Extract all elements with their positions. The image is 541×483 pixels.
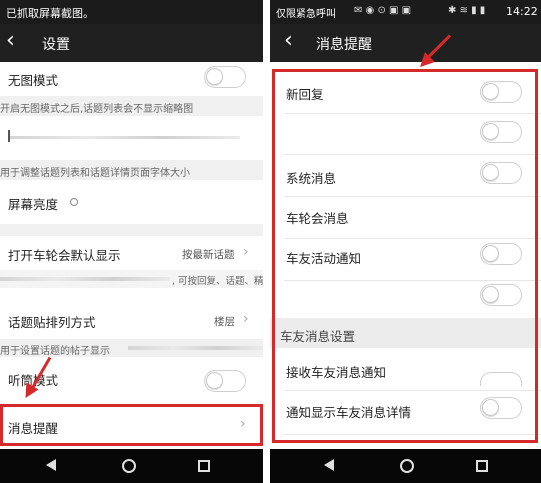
system-nav-bar	[0, 449, 263, 483]
panel-divider	[263, 0, 270, 483]
status-bar: 已抓取屏幕截图。	[0, 0, 263, 24]
font-size-row[interactable]	[0, 116, 263, 160]
toggle-knob	[206, 372, 223, 389]
blurred-text	[0, 277, 170, 281]
status-icons: ✉ ◉ ⊙ ▣ ▣	[354, 5, 412, 16]
status-text: 已抓取屏幕截图。	[6, 7, 94, 20]
sort-order-value: 楼层	[214, 316, 235, 328]
default-display-hint-row: , 可按回复、话题、精华	[0, 270, 263, 288]
triangle-back-icon[interactable]	[46, 459, 56, 471]
app-bar: ‹ 消息提醒	[270, 24, 541, 62]
sort-order-hint-row: 用于设置话题的帖子显示	[0, 339, 263, 357]
app-bar: ‹ 设置	[0, 24, 263, 62]
page-title: 设置	[42, 37, 70, 53]
default-display-hint: , 可按回复、话题、精华	[172, 276, 263, 287]
circle-home-icon[interactable]	[122, 459, 136, 473]
back-icon[interactable]: ‹	[6, 28, 15, 53]
circle-home-icon[interactable]	[400, 459, 414, 473]
clock: 14:22	[506, 5, 538, 18]
section-gap	[0, 224, 263, 236]
no-image-mode-row[interactable]: 无图模式	[0, 62, 263, 94]
brightness-label: 屏幕亮度	[8, 197, 59, 212]
status-bar: 仅限紧急呼叫 ✉ ◉ ⊙ ▣ ▣ ✱ ≋ ▮ ▮ 14:22	[270, 0, 541, 24]
font-size-slider[interactable]	[8, 136, 240, 139]
triangle-back-icon[interactable]	[324, 459, 334, 471]
signal-icons: ✱ ≋ ▮ ▮	[448, 5, 486, 16]
font-size-hint: 用于调整话题列表和话题详情页面字体大小	[0, 160, 263, 180]
settings-list: 无图模式 开启无图模式之后,话题列表会不显示缩略图 用于调整话题列表和话题详情页…	[0, 62, 263, 449]
system-nav-bar	[270, 449, 541, 483]
sort-order-hint: 用于设置话题的帖子显示	[0, 346, 110, 357]
default-display-row[interactable]: 打开车轮会默认显示 按最新话题 ›	[0, 236, 263, 270]
default-display-label: 打开车轮会默认显示	[8, 248, 121, 263]
settings-screen: 已抓取屏幕截图。 ‹ 设置 无图模式 开启无图模式之后,话题列表会不显示缩略图 …	[0, 0, 263, 483]
status-text: 仅限紧急呼叫	[276, 9, 336, 20]
no-image-mode-toggle[interactable]	[204, 66, 246, 88]
earpiece-mode-toggle[interactable]	[204, 370, 246, 392]
default-display-value: 按最新话题	[182, 249, 235, 261]
toggle-knob	[206, 68, 223, 85]
slider-thumb[interactable]	[8, 130, 10, 142]
highlight-box	[272, 69, 538, 443]
chevron-right-icon: ›	[243, 244, 249, 260]
square-recent-icon[interactable]	[476, 460, 488, 472]
message-reminder-screen: 仅限紧急呼叫 ✉ ◉ ⊙ ▣ ▣ ✱ ≋ ▮ ▮ 14:22 ‹ 消息提醒 新回…	[270, 0, 541, 483]
sort-order-label: 话题贴排列方式	[8, 315, 96, 330]
sun-icon	[70, 198, 78, 206]
highlight-box	[0, 404, 263, 446]
blurred-text	[128, 346, 263, 350]
sort-order-row[interactable]: 话题贴排列方式 楼层 ›	[0, 302, 263, 338]
page-title: 消息提醒	[316, 37, 372, 53]
chevron-right-icon: ›	[243, 311, 249, 327]
square-recent-icon[interactable]	[198, 460, 210, 472]
back-icon[interactable]: ‹	[284, 28, 293, 53]
brightness-row[interactable]: 屏幕亮度	[0, 182, 263, 222]
no-image-hint: 开启无图模式之后,话题列表会不显示缩略图	[0, 96, 263, 116]
no-image-mode-label: 无图模式	[8, 73, 59, 88]
